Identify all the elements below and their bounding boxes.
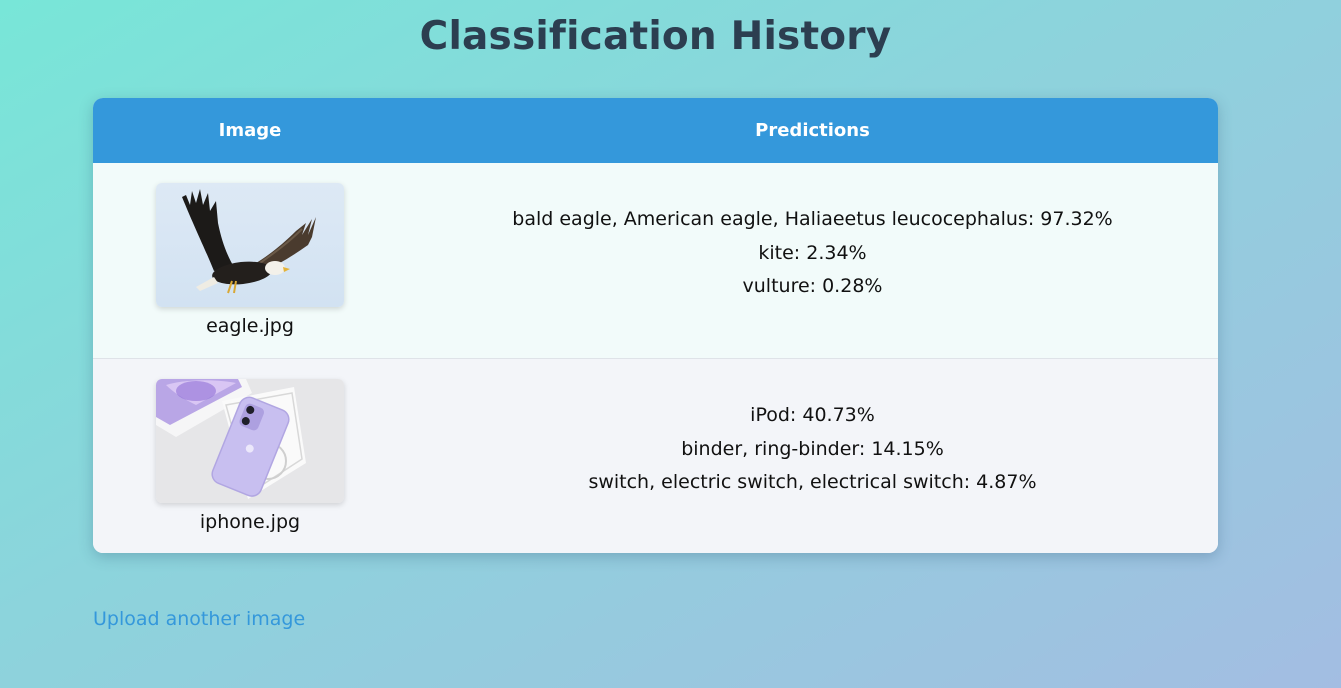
predictions-cell: iPod: 40.73% binder, ring-binder: 14.15%…	[407, 359, 1218, 553]
prediction-item: iPod: 40.73%	[750, 404, 875, 427]
image-cell: iphone.jpg	[93, 359, 407, 553]
prediction-item: kite: 2.34%	[758, 241, 867, 264]
image-filename: iphone.jpg	[199, 511, 301, 533]
iphone-thumbnail	[156, 379, 344, 503]
image-filename: eagle.jpg	[206, 315, 294, 337]
prediction-item: switch, electric switch, electrical swit…	[588, 471, 1037, 494]
upload-another-link[interactable]: Upload another image	[93, 608, 305, 630]
prediction-item: vulture: 0.28%	[742, 275, 883, 298]
history-table: Image Predictions eagle.jpg bald eagle, …	[93, 98, 1218, 553]
predictions-cell: bald eagle, American eagle, Haliaeetus l…	[407, 163, 1218, 358]
table-header: Image Predictions	[93, 98, 1218, 163]
image-column-header: Image	[218, 120, 282, 141]
predictions-column-header: Predictions	[755, 120, 870, 141]
image-cell: eagle.jpg	[93, 163, 407, 358]
eagle-thumbnail	[156, 183, 344, 307]
prediction-item: binder, ring-binder: 14.15%	[681, 437, 944, 460]
table-row: eagle.jpg bald eagle, American eagle, Ha…	[93, 163, 1218, 358]
page-title: Classification History	[419, 14, 892, 59]
prediction-item: bald eagle, American eagle, Haliaeetus l…	[512, 208, 1113, 231]
table-row: iphone.jpg iPod: 40.73% binder, ring-bin…	[93, 358, 1218, 553]
